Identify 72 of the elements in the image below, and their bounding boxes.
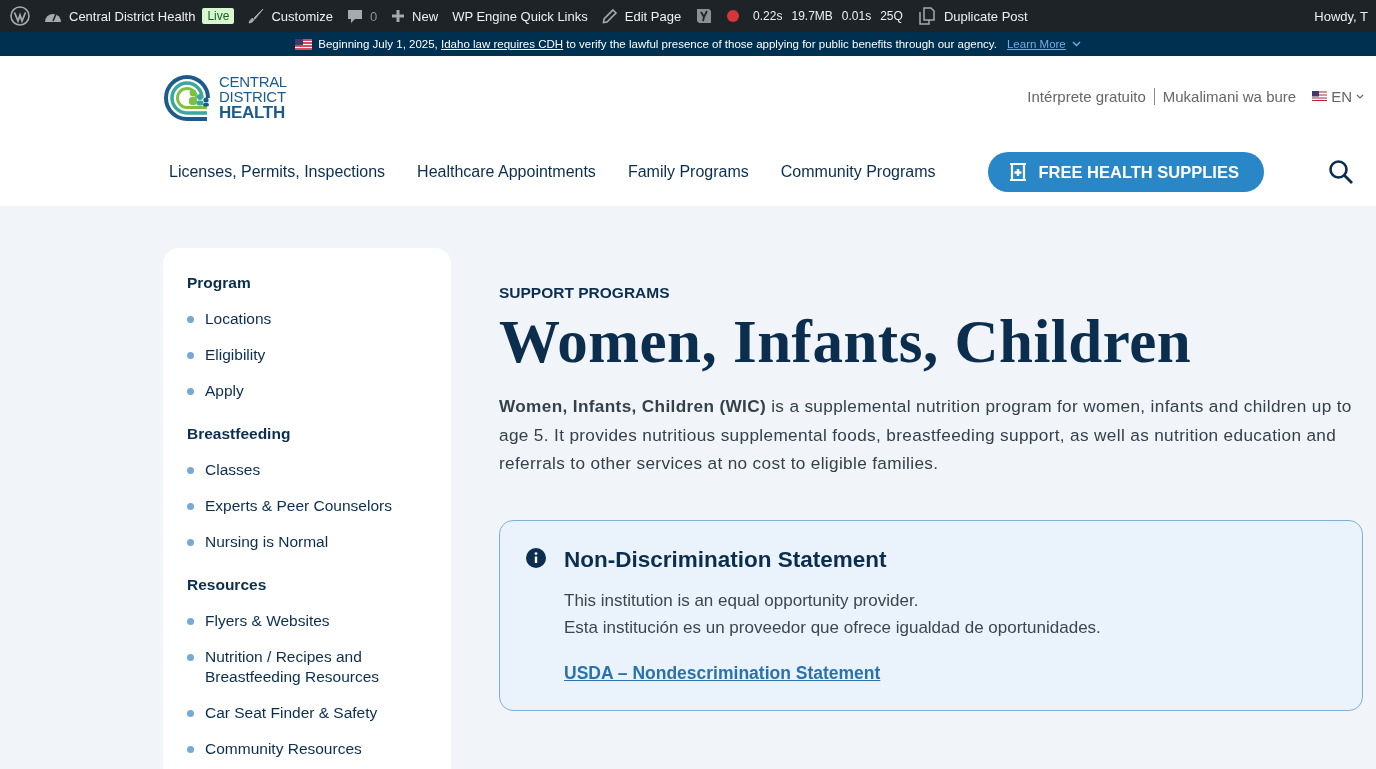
site-name-link[interactable]: Central District Health [69,8,196,24]
sidebar-link[interactable]: Locations [205,309,272,329]
intro-paragraph: Women, Infants, Children (WIC) is a supplemental nutrition program for women, infants and children up to age 5. It provides nutritious supplemental foods, breastfeeding support, as well as nutrition education and referrals to other services at no cost to eligible families. [499,395,1353,475]
logo-text[interactable]: CENTRAL [219,73,287,89]
sidebar-heading: Resources [187,575,268,595]
notice-text: Beginning July 1, 2025, Idaho law requires CDH to verify the lawful presence of those applying for public benefits through our agency. [318,38,997,50]
comment-icon[interactable] [346,8,363,24]
bullet-icon [187,388,194,395]
sidebar-link[interactable]: Nutrition / Recipes and Breastfeeding Resources [205,647,427,687]
bullet-icon [187,316,194,323]
edit-page-link[interactable]: Edit Page [624,8,682,24]
free-health-supplies-button[interactable]: FREE HEALTH SUPPLIES [988,152,1264,192]
live-badge: Live [202,8,235,24]
logo-text[interactable]: DISTRICT [219,88,287,104]
statement-title: Non-Discrimination Statement [564,546,888,573]
comment-count[interactable]: 0 [369,8,378,24]
bullet-icon [187,539,194,546]
eyebrow-label: SUPPORT PROGRAMS [499,284,671,302]
wordpress-logo-icon[interactable] [10,6,30,26]
sidebar-link[interactable]: Apply [205,381,244,401]
chevron-down-icon[interactable] [1356,93,1364,99]
performance-stat[interactable]: 25Q [880,9,903,23]
plus-icon[interactable] [391,9,406,23]
bullet-icon [187,503,194,510]
bullet-icon [187,654,194,661]
page-title: Women, Infants, Children [499,307,1193,377]
sidebar-link[interactable]: Classes [205,460,261,480]
bullet-icon [187,710,194,717]
status-dot-icon [727,10,740,22]
language-selector[interactable]: EN [1331,87,1352,105]
performance-stat[interactable]: 0.01s [841,9,872,23]
customize-link[interactable]: Customize [271,8,333,24]
sidebar-link[interactable]: Nursing is Normal [205,532,329,552]
seo-plugin-icon[interactable] [695,6,714,26]
pencil-icon[interactable] [601,8,618,24]
search-icon[interactable] [1328,159,1354,185]
brush-icon[interactable] [248,8,265,24]
usda-link[interactable]: USDA – Nondescrimination Statement [564,662,881,684]
notice-link[interactable]: Idaho law requires CDH [441,38,564,50]
sidebar-link[interactable]: Eligibility [205,345,266,365]
interpreter-link[interactable]: Intérprete gratuito [1027,87,1146,105]
sidebar-link[interactable]: Flyers & Websites [205,611,330,631]
learn-more-link[interactable]: Learn More [1006,38,1066,50]
quick-links-link[interactable]: WP Engine Quick Links [452,8,588,24]
bullet-icon [187,746,194,753]
sidebar-heading: Program [187,273,252,293]
info-icon [526,547,546,568]
performance-stat[interactable]: 0.22s [753,9,783,23]
flag-icon [295,38,313,50]
sidebar-link[interactable]: Experts & Peer Counselors [205,496,392,516]
nav-link[interactable]: Healthcare Appointments [417,163,596,181]
new-link[interactable]: New [412,8,439,24]
nav-link[interactable]: Community Programs [780,163,936,181]
flag-icon[interactable] [1312,91,1328,101]
performance-stat[interactable]: 19.7MB [791,9,833,23]
interpreter-link[interactable]: Mukalimani wa bure [1162,87,1297,105]
chevron-down-icon[interactable] [1071,41,1081,47]
supplies-icon [1008,162,1029,182]
statement-text: Esta institución es un proveedor que ofrece igualdad de oportunidades. [564,616,1101,639]
duplicate-post-link[interactable]: Duplicate Post [943,8,1028,24]
bullet-icon [187,467,194,474]
bullet-icon [187,618,194,625]
nav-link[interactable]: Family Programs [627,163,749,181]
sidebar-link[interactable]: Car Seat Finder & Safety [205,703,378,723]
nav-link[interactable]: Licenses, Permits, Inspections [169,163,386,181]
sidebar-heading: Breastfeeding [187,424,292,444]
account-greeting[interactable]: Howdy, T [1314,8,1368,24]
copy-icon[interactable] [916,6,937,26]
statement-text: This institution is an equal opportunity provider. [564,589,920,612]
logo-text[interactable]: HEALTH [219,103,287,121]
bullet-icon [187,352,194,359]
sidebar-link[interactable]: Community Resources [205,739,362,759]
